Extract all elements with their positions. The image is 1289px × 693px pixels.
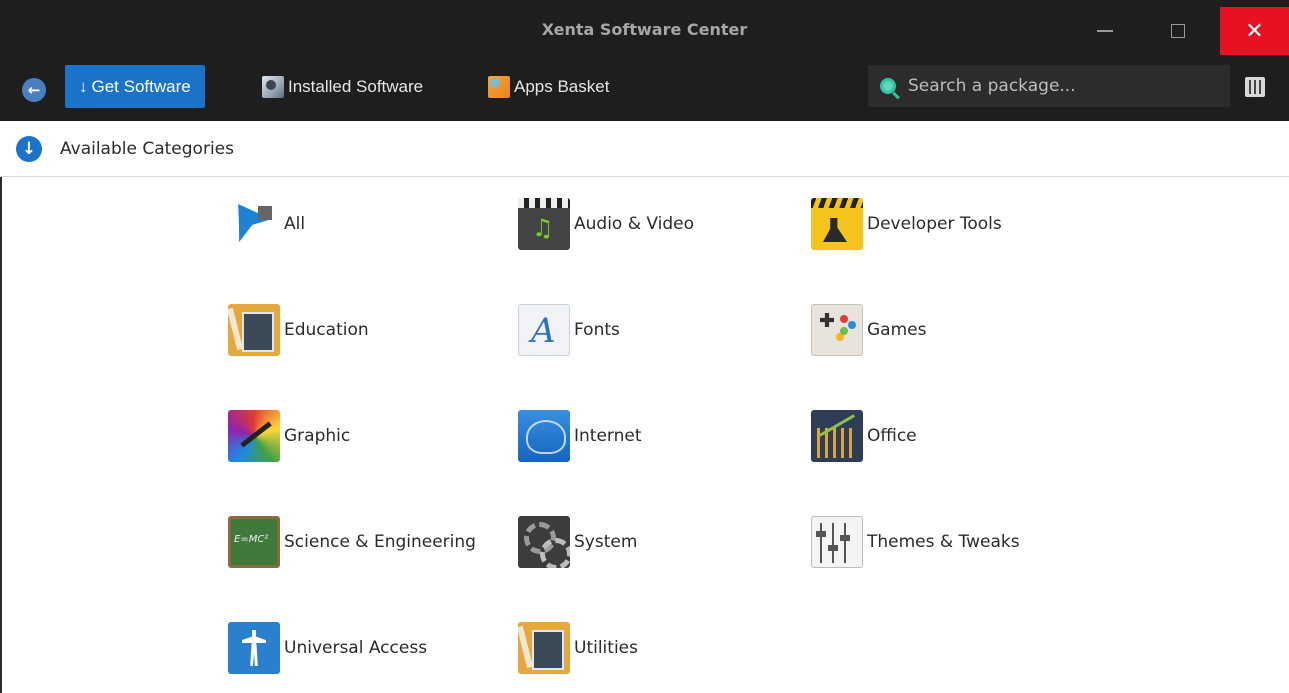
system-icon [518, 516, 570, 568]
fonts-icon [518, 304, 570, 356]
sliders-icon [1248, 80, 1251, 94]
apps-basket-button[interactable]: Apps Basket [488, 65, 609, 108]
maximize-icon [1171, 24, 1185, 38]
games-icon [811, 304, 863, 356]
category-label: Games [867, 320, 927, 340]
title-bar: Xenta Software Center ✕ [0, 0, 1289, 62]
arrow-left-icon: ← [27, 81, 41, 99]
themes-tweaks-icon [811, 516, 863, 568]
search-input[interactable] [908, 76, 1198, 96]
category-label: Science & Engineering [284, 532, 476, 552]
category-audio-video[interactable]: Audio & Video [518, 198, 694, 250]
category-system[interactable]: System [518, 516, 637, 568]
left-edge [0, 177, 2, 693]
settings-button[interactable] [1245, 77, 1265, 97]
category-label: All [284, 214, 306, 234]
search-box[interactable] [868, 65, 1230, 107]
office-icon [811, 410, 863, 462]
category-office[interactable]: Office [811, 410, 917, 462]
category-graphic[interactable]: Graphic [228, 410, 350, 462]
category-games[interactable]: Games [811, 304, 926, 356]
category-themes-tweaks[interactable]: Themes & Tweaks [811, 516, 1020, 568]
category-label: Utilities [574, 638, 638, 658]
category-education[interactable]: Education [228, 304, 369, 356]
category-developer-tools[interactable]: Developer Tools [811, 198, 1002, 250]
arrow-down-icon: ↓ [79, 76, 88, 96]
education-icon [228, 304, 280, 356]
category-fonts[interactable]: Fonts [518, 304, 620, 356]
category-label: Themes & Tweaks [867, 532, 1020, 552]
apps-basket-label: Apps Basket [514, 76, 610, 96]
category-label: Education [284, 320, 369, 340]
category-label: Universal Access [284, 638, 428, 658]
minimize-button[interactable] [1077, 7, 1133, 55]
maximize-button[interactable] [1150, 7, 1206, 55]
section-title: Available Categories [60, 138, 234, 159]
category-label: Developer Tools [867, 214, 1002, 234]
science-engineering-icon [228, 516, 280, 568]
section-header: ↓ Available Categories [0, 121, 1289, 177]
category-label: Fonts [574, 320, 620, 340]
toolbar: ← ↓ Get Software Installed Software Apps… [0, 62, 1289, 121]
internet-icon [518, 410, 570, 462]
installed-software-button[interactable]: Installed Software [262, 65, 423, 108]
close-button[interactable]: ✕ [1220, 7, 1289, 55]
audio-video-icon [518, 198, 570, 250]
category-label: System [574, 532, 638, 552]
category-label: Graphic [284, 426, 351, 446]
installed-software-label: Installed Software [288, 76, 424, 96]
all-categories-icon [228, 198, 280, 250]
search-icon [880, 78, 896, 94]
graphic-icon [228, 410, 280, 462]
installed-software-icon [262, 75, 284, 98]
category-label: Office [867, 426, 917, 446]
apps-basket-icon [488, 75, 510, 98]
category-label: Audio & Video [574, 214, 695, 234]
category-universal-access[interactable]: Universal Access [228, 622, 427, 674]
category-internet[interactable]: Internet [518, 410, 642, 462]
category-utilities[interactable]: Utilities [518, 622, 638, 674]
category-label: Internet [574, 426, 642, 446]
minimize-icon [1097, 30, 1113, 32]
utilities-icon [518, 622, 570, 674]
category-science-engineering[interactable]: Science & Engineering [228, 516, 476, 568]
category-all[interactable]: All [228, 198, 305, 250]
get-software-button[interactable]: ↓ Get Software [65, 65, 205, 108]
back-button[interactable]: ← [22, 78, 46, 102]
get-software-label: Get Software [91, 76, 191, 96]
close-icon: ✕ [1245, 18, 1264, 44]
arrow-down-circle-icon: ↓ [16, 135, 42, 162]
universal-access-icon [228, 622, 280, 674]
developer-tools-icon [811, 198, 863, 250]
